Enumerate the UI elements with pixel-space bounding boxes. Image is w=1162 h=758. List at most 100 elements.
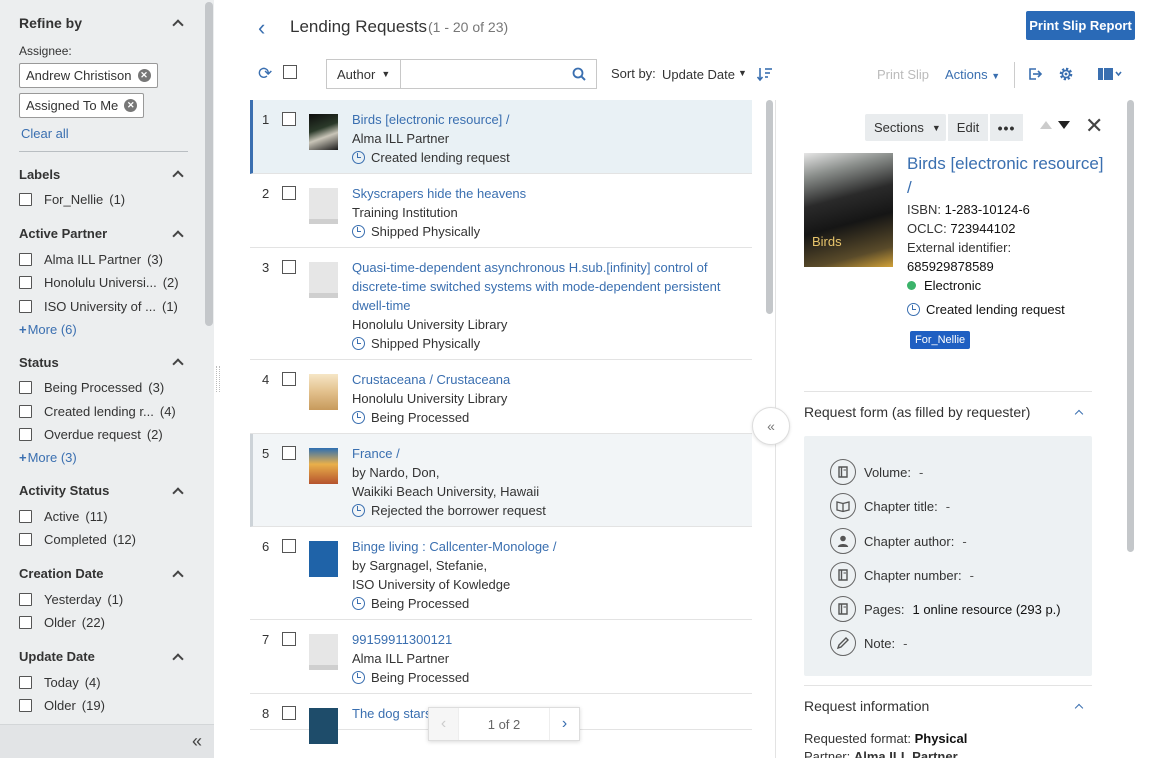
facet-header[interactable]: Activity Status bbox=[19, 483, 186, 499]
detail-scrollbar[interactable] bbox=[1126, 100, 1135, 758]
sidebar-scrollbar[interactable] bbox=[205, 0, 214, 724]
clear-all-link[interactable]: Clear all bbox=[21, 126, 186, 141]
row-checkbox[interactable] bbox=[282, 632, 296, 646]
facet-checkbox[interactable] bbox=[19, 404, 32, 418]
sections-dropdown[interactable]: Sections ▼ bbox=[865, 114, 946, 141]
layout-toggle-icon[interactable] bbox=[1098, 67, 1122, 81]
facet-checkbox[interactable] bbox=[19, 193, 32, 207]
chevron-up-icon[interactable] bbox=[172, 652, 184, 665]
prev-page-button[interactable]: ‹ bbox=[429, 708, 459, 740]
facet-option[interactable]: Older (19) bbox=[19, 694, 186, 718]
facet-checkbox[interactable] bbox=[19, 428, 32, 442]
more-options-button[interactable]: ••• bbox=[990, 114, 1023, 141]
facet-header[interactable]: Update Date bbox=[19, 649, 186, 665]
facet-checkbox[interactable] bbox=[19, 533, 32, 547]
facet-checkbox[interactable] bbox=[19, 616, 32, 630]
search-field-dropdown[interactable]: Author ▼ bbox=[327, 60, 401, 88]
export-icon[interactable] bbox=[1027, 66, 1043, 82]
item-title-link[interactable]: France / bbox=[352, 444, 742, 463]
row-checkbox[interactable] bbox=[282, 706, 296, 720]
search-input[interactable] bbox=[403, 62, 569, 86]
scrollbar-thumb[interactable] bbox=[1127, 100, 1134, 552]
facet-option[interactable]: Alma ILL Partner (3) bbox=[19, 248, 186, 272]
select-all-checkbox[interactable] bbox=[283, 65, 297, 79]
facet-option[interactable]: For_Nellie (1) bbox=[19, 188, 186, 212]
caret-down-icon[interactable]: ▼ bbox=[738, 68, 747, 78]
back-arrow-icon[interactable]: ‹ bbox=[258, 15, 265, 41]
list-item[interactable]: 1 Birds [electronic resource] / Alma ILL P… bbox=[250, 100, 752, 174]
facet-option[interactable]: Created lending r... (4) bbox=[19, 400, 186, 424]
request-form-section-header[interactable]: Request form (as filled by requester) bbox=[804, 404, 1092, 420]
list-item[interactable]: 2 Skyscrapers hide the heavens Training In… bbox=[250, 174, 752, 248]
facet-checkbox[interactable] bbox=[19, 509, 32, 523]
pane-resizer-handle[interactable] bbox=[216, 366, 220, 392]
facet-more-link[interactable]: + More (3) bbox=[19, 447, 186, 469]
request-info-section-header[interactable]: Request information bbox=[804, 698, 1092, 714]
refresh-icon[interactable]: ⟳ bbox=[258, 64, 272, 84]
row-checkbox[interactable] bbox=[282, 112, 296, 126]
facet-option[interactable]: Active (11) bbox=[19, 505, 186, 529]
list-item[interactable]: 4 Crustaceana / Crustaceana Honolulu Unive… bbox=[250, 360, 752, 434]
next-record-icon[interactable] bbox=[1058, 121, 1070, 129]
facet-option[interactable]: Completed (12) bbox=[19, 528, 186, 552]
print-slip-report-button[interactable]: Print Slip Report bbox=[1026, 11, 1135, 40]
facet-checkbox[interactable] bbox=[19, 675, 32, 689]
row-checkbox[interactable] bbox=[282, 539, 296, 553]
facet-option[interactable]: Overdue request (2) bbox=[19, 423, 186, 447]
item-title-link[interactable]: Birds [electronic resource] / bbox=[352, 110, 742, 129]
record-title-link[interactable]: Birds [electronic resource] / bbox=[907, 152, 1107, 200]
chevron-up-icon[interactable] bbox=[172, 569, 184, 582]
row-checkbox[interactable] bbox=[282, 372, 296, 386]
item-title-link[interactable]: 99159911300121 bbox=[352, 630, 742, 649]
list-item[interactable]: 6 Binge living : Callcenter-Monologe / by … bbox=[250, 527, 752, 620]
list-item[interactable]: 5 France / by Nardo, Don, Waikiki Beach Uni… bbox=[250, 434, 752, 527]
row-checkbox[interactable] bbox=[282, 260, 296, 274]
previous-record-icon[interactable] bbox=[1040, 121, 1052, 129]
facet-checkbox[interactable] bbox=[19, 699, 32, 713]
item-title-link[interactable]: Binge living : Callcenter-Monologe / bbox=[352, 537, 742, 556]
facet-checkbox[interactable] bbox=[19, 381, 32, 395]
scrollbar-thumb[interactable] bbox=[205, 2, 213, 326]
facet-header[interactable]: Creation Date bbox=[19, 566, 186, 582]
gear-icon[interactable] bbox=[1058, 66, 1074, 82]
chevron-up-icon[interactable] bbox=[172, 486, 184, 499]
scrollbar-thumb[interactable] bbox=[766, 100, 773, 314]
item-title-link[interactable]: Quasi-time-dependent asynchronous H.sub.… bbox=[352, 258, 742, 315]
list-item[interactable]: 7 99159911300121 Alma ILL Partner Being Pro… bbox=[250, 620, 752, 694]
row-checkbox[interactable] bbox=[282, 446, 296, 460]
facet-checkbox[interactable] bbox=[19, 252, 32, 266]
item-title-link[interactable]: Crustaceana / Crustaceana bbox=[352, 370, 742, 389]
label-tag[interactable]: For_Nellie bbox=[910, 331, 971, 349]
facet-option[interactable]: Yesterday (1) bbox=[19, 588, 186, 612]
facet-header[interactable]: Active Partner bbox=[19, 226, 186, 242]
actions-menu[interactable]: Actions ▼ bbox=[945, 67, 1000, 82]
facet-header[interactable]: Status bbox=[19, 354, 186, 370]
row-checkbox[interactable] bbox=[282, 186, 296, 200]
collapse-list-icon[interactable]: « bbox=[752, 407, 790, 445]
facet-option[interactable]: Being Processed (3) bbox=[19, 376, 186, 400]
facet-option[interactable]: Today (4) bbox=[19, 671, 186, 695]
edit-button[interactable]: Edit bbox=[948, 114, 988, 141]
refine-header[interactable]: Refine by bbox=[19, 14, 186, 32]
facet-option[interactable]: ISO University of ... (1) bbox=[19, 295, 186, 319]
collapse-sidebar-icon[interactable]: « bbox=[192, 731, 202, 752]
chevron-up-icon[interactable] bbox=[172, 229, 184, 242]
facet-option[interactable]: Older (22) bbox=[19, 611, 186, 635]
list-item[interactable]: 3 Quasi-time-dependent asynchronous H.sub… bbox=[250, 248, 752, 360]
print-slip-button[interactable]: Print Slip bbox=[877, 67, 929, 82]
facet-more-link[interactable]: + More (6) bbox=[19, 318, 186, 340]
chevron-up-icon[interactable] bbox=[172, 358, 184, 370]
next-page-button[interactable]: › bbox=[549, 708, 579, 740]
facet-checkbox[interactable] bbox=[19, 299, 32, 313]
facet-checkbox[interactable] bbox=[19, 276, 32, 290]
sort-direction-icon[interactable] bbox=[757, 66, 773, 82]
close-icon[interactable]: ✕ bbox=[1085, 115, 1103, 137]
search-icon[interactable] bbox=[572, 67, 586, 81]
facet-option[interactable]: Honolulu Universi... (2) bbox=[19, 271, 186, 295]
chevron-up-icon[interactable] bbox=[172, 170, 184, 182]
item-title-link[interactable]: Skyscrapers hide the heavens bbox=[352, 184, 742, 203]
sort-dropdown[interactable]: Update Date bbox=[662, 67, 735, 82]
facet-checkbox[interactable] bbox=[19, 592, 32, 606]
chevron-up-icon[interactable] bbox=[172, 19, 184, 31]
remove-chip-icon[interactable]: ✕ bbox=[137, 69, 151, 82]
